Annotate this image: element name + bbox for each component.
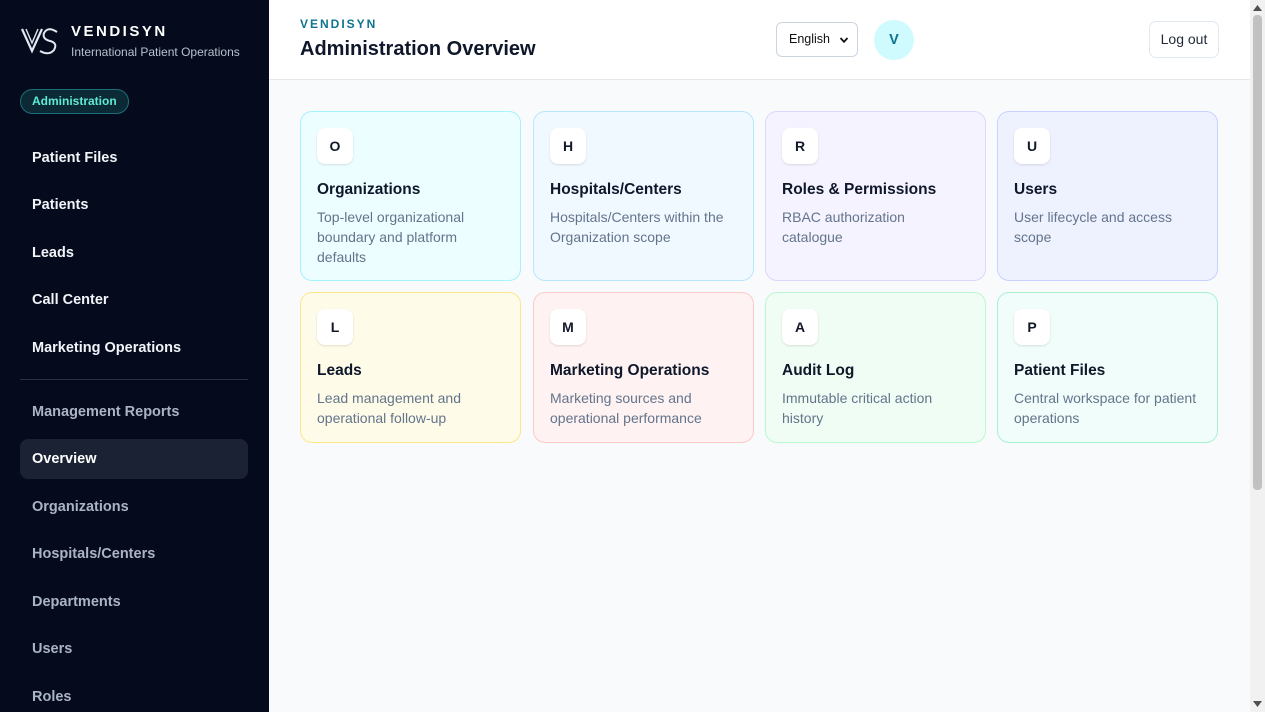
- card-title: Hospitals/Centers: [550, 181, 682, 198]
- card-description: RBAC authorization catalogue: [782, 209, 905, 245]
- card-title: Leads: [317, 362, 362, 379]
- brand-subtitle: International Patient Operations: [71, 45, 240, 59]
- card-title: Roles & Permissions: [782, 181, 937, 198]
- vs-logo-icon: [20, 28, 58, 55]
- card-letter-badge: A: [782, 309, 818, 345]
- card-title: Audit Log: [782, 362, 855, 379]
- logout-button[interactable]: Log out: [1149, 21, 1219, 58]
- card-title: Users: [1014, 181, 1058, 198]
- page-title: Administration Overview: [300, 38, 536, 60]
- sidebar-item-management-reports[interactable]: Management Reports: [20, 392, 248, 432]
- sidebar-item-patients[interactable]: Patients: [20, 185, 248, 225]
- sidebar-item-patient-files[interactable]: Patient Files: [20, 138, 248, 178]
- brand[interactable]: VENDISYN International Patient Operation…: [20, 22, 240, 60]
- card-letter-badge: P: [1014, 309, 1050, 345]
- role-badge: Administration: [20, 89, 129, 114]
- sidebar-item-hospitals-centers[interactable]: Hospitals/Centers: [20, 534, 248, 574]
- sidebar-item-departments[interactable]: Departments: [20, 582, 248, 622]
- card-letter-badge: R: [782, 128, 818, 164]
- card-description: Top-level organizational boundary and pl…: [317, 209, 465, 265]
- scroll-down-arrow-icon[interactable]: [1252, 699, 1263, 709]
- sidebar-item-overview[interactable]: Overview: [20, 439, 248, 479]
- card-hospitals-centers[interactable]: H Hospitals/Centers Hospitals/Centers wi…: [533, 111, 754, 281]
- sidebar-item-roles[interactable]: Roles: [20, 677, 248, 712]
- card-audit-log[interactable]: A Audit Log Immutable critical action hi…: [765, 292, 986, 443]
- card-description: Immutable critical action history: [782, 390, 933, 426]
- card-description: Marketing sources and operational perfor…: [550, 390, 702, 426]
- card-description: Hospitals/Centers within the Organizatio…: [550, 209, 724, 245]
- card-marketing-operations[interactable]: M Marketing Operations Marketing sources…: [533, 292, 754, 443]
- card-organizations[interactable]: O Organizations Top-level organizational…: [300, 111, 521, 281]
- card-roles-permissions[interactable]: R Roles & Permissions RBAC authorization…: [765, 111, 986, 281]
- sidebar-divider: [20, 379, 248, 380]
- top-header: VENDISYN Administration Overview English…: [269, 0, 1250, 80]
- language-select[interactable]: English: [776, 22, 858, 57]
- card-letter-badge: U: [1014, 128, 1050, 164]
- scrollbar-thumb[interactable]: [1253, 15, 1262, 490]
- card-letter-badge: M: [550, 309, 586, 345]
- card-patient-files[interactable]: P Patient Files Central workspace for pa…: [997, 292, 1218, 443]
- card-description: Central workspace for patient operations: [1014, 390, 1197, 426]
- scroll-up-arrow-icon[interactable]: [1252, 3, 1263, 13]
- card-letter-badge: L: [317, 309, 353, 345]
- card-description: Lead management and operational follow-u…: [317, 390, 461, 426]
- card-title: Patient Files: [1014, 362, 1106, 379]
- sidebar-item-leads[interactable]: Leads: [20, 233, 248, 273]
- brand-name: VENDISYN: [71, 23, 168, 40]
- card-description: User lifecycle and access scope: [1014, 209, 1172, 245]
- card-letter-badge: H: [550, 128, 586, 164]
- sidebar-item-call-center[interactable]: Call Center: [20, 280, 248, 320]
- sidebar-item-organizations[interactable]: Organizations: [20, 487, 248, 527]
- card-title: Marketing Operations: [550, 362, 710, 379]
- card-users[interactable]: U Users User lifecycle and access scope: [997, 111, 1218, 281]
- card-title: Organizations: [317, 181, 421, 198]
- chevron-down-icon: [839, 37, 849, 44]
- avatar[interactable]: V: [874, 20, 914, 60]
- language-select-value: English: [789, 32, 830, 46]
- sidebar-item-marketing-operations[interactable]: Marketing Operations: [20, 328, 248, 368]
- card-leads[interactable]: L Leads Lead management and operational …: [300, 292, 521, 443]
- header-eyebrow: VENDISYN: [300, 17, 378, 31]
- sidebar: VENDISYN International Patient Operation…: [0, 0, 269, 712]
- card-letter-badge: O: [317, 128, 353, 164]
- sidebar-item-users[interactable]: Users: [20, 629, 248, 669]
